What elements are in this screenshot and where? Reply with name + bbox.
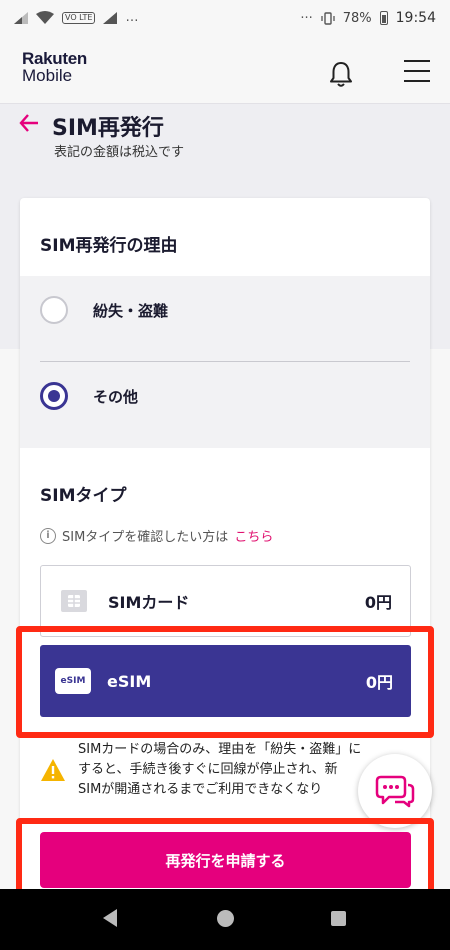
radio-button-checked[interactable] xyxy=(40,382,68,410)
esim-icon: eSIM xyxy=(55,668,91,694)
wifi-icon xyxy=(36,11,54,24)
signal-icon-2 xyxy=(103,11,118,24)
sim-card-icon xyxy=(56,588,92,614)
reason-option-label: その他 xyxy=(93,387,139,406)
sim-card-label: SIMカード xyxy=(108,593,190,612)
battery-percent: 78% xyxy=(342,10,372,26)
sim-type-section-title: SIMタイプ xyxy=(40,486,127,506)
esim-label: eSIM xyxy=(107,671,152,691)
vibrate-icon xyxy=(321,11,335,25)
chat-button[interactable] xyxy=(358,754,432,828)
warning-line: SIMカードの場合のみ、理由を「紛失・盗難」に xyxy=(78,742,362,757)
radio-button[interactable] xyxy=(40,296,68,324)
sim-type-info: i SIMタイプを確認したい方は こちら xyxy=(40,526,273,545)
divider xyxy=(40,361,410,362)
hamburger-menu-icon[interactable] xyxy=(404,60,430,84)
app-header: Rakuten Mobile xyxy=(0,40,450,104)
more-notifications-icon: … xyxy=(125,10,139,25)
sim-card-price: 0円 xyxy=(364,593,392,612)
bell-icon[interactable] xyxy=(328,60,354,88)
warning-line: SIMが開通されるまでご利用できなくなり xyxy=(78,782,323,797)
android-nav-bar xyxy=(0,889,450,950)
reason-section-title: SIM再発行の理由 xyxy=(40,236,178,256)
reason-option-other[interactable]: その他 xyxy=(40,376,138,416)
nav-recents-icon[interactable] xyxy=(331,911,346,926)
signal-icon xyxy=(14,11,28,24)
page-title: SIM再発行 xyxy=(52,116,164,141)
sim-type-info-text: SIMタイプを確認したい方は xyxy=(62,530,229,545)
logo-line-1: Rakuten xyxy=(22,49,87,68)
status-bar: VO LTE … ··· 78% 19:54 xyxy=(0,0,450,40)
chat-bubble-icon xyxy=(375,775,415,808)
esim-badge: eSIM xyxy=(55,668,91,694)
nav-back-icon[interactable] xyxy=(103,909,117,927)
rakuten-mobile-logo[interactable]: Rakuten Mobile xyxy=(22,50,87,84)
warning-line: すると、手続き後すぐに回線が停止され、新 xyxy=(78,762,338,777)
reissue-submit-button[interactable]: 再発行を申請する xyxy=(40,832,411,888)
sim-type-info-link[interactable]: こちら xyxy=(234,526,273,545)
reason-option-label: 紛失・盗難 xyxy=(93,301,169,320)
info-icon: i xyxy=(40,527,56,544)
battery-icon xyxy=(379,11,388,25)
clock: 19:54 xyxy=(395,10,436,26)
nav-home-icon[interactable] xyxy=(217,910,234,927)
reason-option-lost[interactable]: 紛失・盗難 xyxy=(40,290,168,330)
sim-type-option-esim[interactable]: eSIM eSIM 0円 xyxy=(40,645,411,717)
more-status-icon: ··· xyxy=(300,10,313,26)
logo-line-2: Mobile xyxy=(22,66,73,85)
warning-icon xyxy=(41,759,65,781)
sim-type-option-sim-card[interactable]: SIMカード 0円 xyxy=(40,565,411,637)
esim-price: 0円 xyxy=(365,673,393,692)
volte-icon: VO LTE xyxy=(62,11,96,24)
tax-note: 表記の金額は税込です xyxy=(54,145,185,160)
back-arrow-icon[interactable] xyxy=(18,112,40,134)
